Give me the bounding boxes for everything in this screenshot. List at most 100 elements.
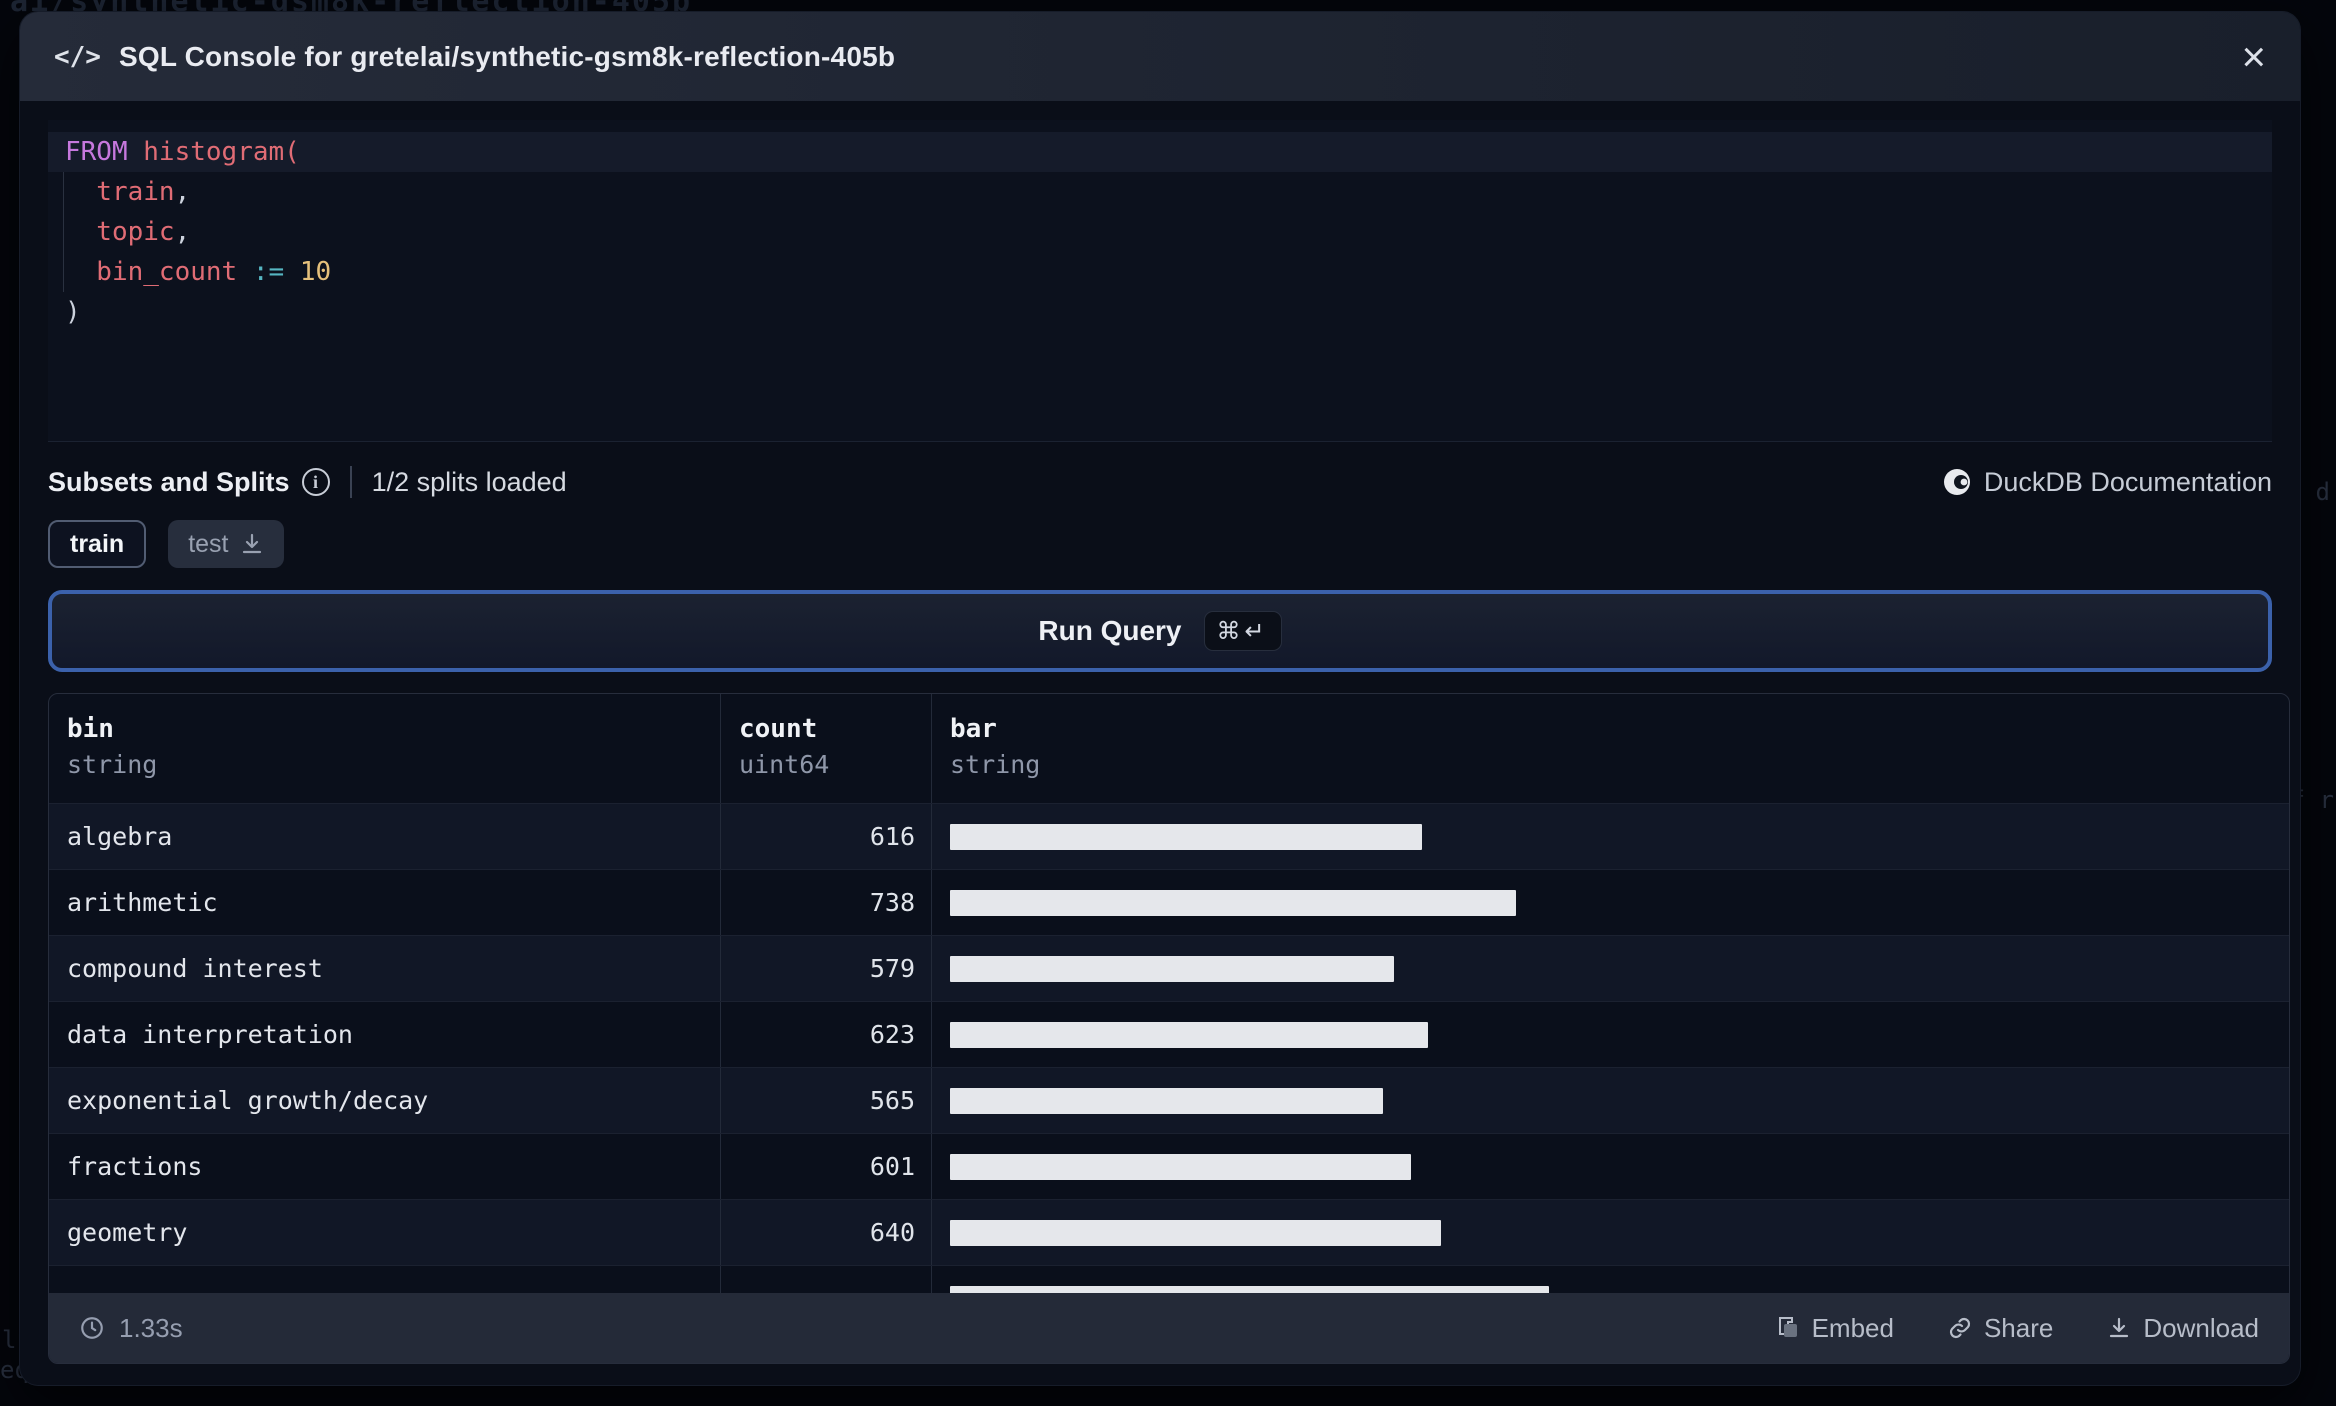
sql-function: histogram [127,137,285,167]
bin-cell: arithmetic [67,888,218,917]
sql-operator: := [237,257,300,287]
download-icon [243,533,262,554]
sql-paren: ) [65,297,81,327]
background-fragment: l [2,1326,17,1354]
table-row: exponential growth/decay 565 [49,1068,2289,1134]
query-duration: 1.33s [79,1313,183,1344]
doc-link-label: DuckDB Documentation [1983,466,2272,497]
divider [349,466,352,498]
link-icon [1949,1317,1971,1339]
sql-number: 10 [299,257,332,287]
column-type: string [67,750,158,779]
count-cell: 579 [720,936,931,1001]
column-header-count: count uint64 [720,694,931,803]
duckdb-logo-icon [1943,469,1970,495]
split-chip-test[interactable]: test [168,520,285,568]
count-cell: 640 [720,1200,931,1265]
modal-title: SQL Console for gretelai/synthetic-gsm8k… [118,40,896,72]
histogram-bar [950,889,1516,916]
sql-editor[interactable]: FROM histogram( train, topic, bin_count … [48,120,2272,442]
split-label: test [188,529,229,558]
query-results-table[interactable]: bin string count uint64 bar string algeb… [48,693,2290,1364]
code-line: train, [48,172,2272,212]
split-label: train [70,529,125,558]
histogram-bar [950,1153,1411,1180]
code-line: FROM histogram( [48,132,2272,172]
bin-cell: compound interest [67,954,323,983]
bar-cell [931,1266,2289,1296]
background-fragment: d [2315,478,2330,506]
histogram-bar [950,955,1394,982]
column-type: uint64 [739,750,830,779]
count-cell: 738 [720,870,931,935]
subsets-heading: Subsets and Splits [48,466,290,497]
embed-icon [1778,1317,1797,1337]
close-icon[interactable]: × [2241,35,2266,78]
count-cell: 601 [720,1134,931,1199]
duckdb-documentation-link[interactable]: DuckDB Documentation [1942,467,2272,498]
count-cell: 623 [720,1002,931,1067]
bar-cell [931,1002,2289,1067]
table-row: data interpretation 623 [49,1002,2289,1068]
bar-cell [931,936,2289,1001]
info-icon[interactable]: i [301,468,330,496]
count-cell [720,1266,931,1296]
sql-identifier: bin_count [65,257,238,287]
indent-guide [63,172,64,292]
duration-value: 1.33s [119,1312,183,1343]
table-row [49,1266,2289,1296]
split-chip-train[interactable]: train [48,520,147,568]
bar-cell [931,1134,2289,1199]
code-line: ) [48,292,2272,332]
enter-key-icon: ↵ [1244,617,1269,645]
table-row: fractions 601 [49,1134,2289,1200]
splits-loaded-status: 1/2 splits loaded [371,466,567,497]
bar-cell [931,870,2289,935]
cmd-key-icon: ⌘ [1216,617,1245,645]
count-cell: 616 [720,804,931,869]
bin-cell: fractions [67,1152,203,1181]
bin-cell: exponential growth/decay [67,1086,429,1115]
code-line: topic, [48,212,2272,252]
table-header-row: bin string count uint64 bar string [49,694,2289,804]
histogram-bar [950,1021,1428,1048]
table-row: arithmetic 738 [49,870,2289,936]
sql-paren: ( [284,137,300,167]
bar-cell [931,1200,2289,1265]
histogram-bar [950,1219,1441,1246]
splits-chips: train test [48,520,285,568]
bin-cell: data interpretation [67,1020,353,1049]
sql-comma: , [174,217,191,247]
sql-identifier: topic [65,217,175,247]
histogram-bar [950,823,1422,850]
bar-cell [931,804,2289,869]
histogram-bar [950,1087,1383,1114]
column-header-bin: bin string [49,694,720,803]
run-query-button[interactable]: Run Query ⌘↵ [48,590,2272,672]
sql-keyword: FROM [65,137,128,167]
keyboard-shortcut-badge: ⌘↵ [1203,611,1282,651]
subsets-row: Subsets and Splits i 1/2 splits loaded D… [48,460,2272,504]
column-type: string [950,750,1041,779]
download-label: Download [2143,1312,2259,1343]
table-row: geometry 640 [49,1200,2289,1266]
bin-cell: algebra [67,822,173,851]
table-row: compound interest 579 [49,936,2289,1002]
share-label: Share [1983,1312,2054,1343]
code-icon: </> [54,41,101,72]
embed-button[interactable]: Embed [1776,1313,1894,1344]
bin-cell [49,1266,720,1296]
modal-header: </> SQL Console for gretelai/synthetic-g… [20,12,2300,101]
sql-identifier: train [65,177,175,207]
column-name: count [739,714,818,744]
share-button[interactable]: Share [1948,1313,2053,1344]
column-header-bar: bar string [931,694,2289,803]
bin-cell: geometry [67,1218,188,1247]
bar-cell [931,1068,2289,1133]
download-button[interactable]: Download [2107,1313,2259,1344]
sql-console-modal: </> SQL Console for gretelai/synthetic-g… [20,12,2300,1385]
run-query-label: Run Query [1038,615,1182,646]
sql-comma: , [174,177,191,207]
column-name: bin [67,714,114,744]
table-row: algebra 616 [49,804,2289,870]
